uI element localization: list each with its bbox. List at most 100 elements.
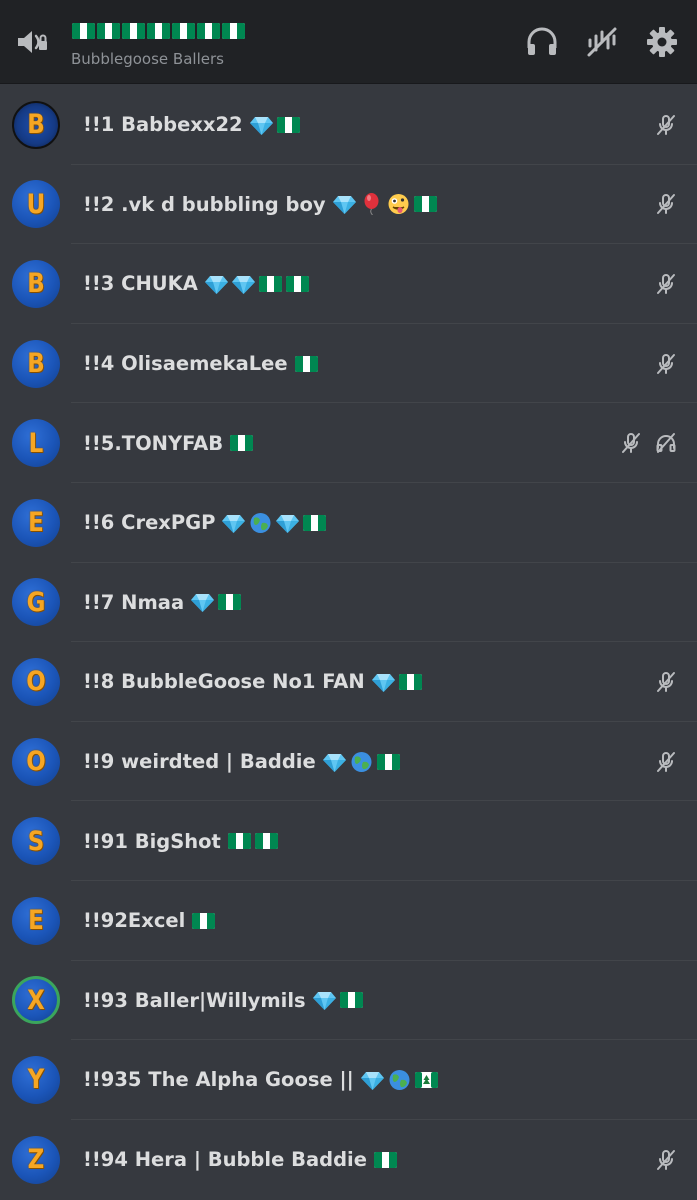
member-name: !!1 Babbexx22 [83, 85, 301, 165]
avatar-letter: Y [27, 1064, 45, 1096]
name-emojis [191, 910, 216, 932]
voice-member-list: B !!1 Babbexx22 U !!2 .vk d bubbling boy B!!… [0, 85, 697, 1199]
nigeria-flag-icon [71, 20, 96, 42]
diamond-emoji-icon [231, 273, 256, 295]
member-name-text: !!2 .vk d bubbling boy [83, 192, 326, 216]
muted-microphone-icon [655, 193, 677, 215]
voice-member-row[interactable]: B !!3 CHUKA [0, 244, 697, 324]
member-name-text: !!92Excel [83, 909, 186, 933]
flag-emoji-icon [285, 273, 310, 295]
muted-microphone-icon [655, 751, 677, 773]
member-name-text: !!5.TONYFAB [83, 431, 224, 455]
voice-member-row[interactable]: B !!1 Babbexx22 [0, 85, 697, 165]
flag-emoji-icon [254, 830, 279, 852]
flag-emoji-icon [376, 751, 401, 773]
voice-member-row[interactable]: O !!8 BubbleGoose No1 FAN [0, 642, 697, 722]
balloon-emoji-icon [359, 193, 384, 216]
voice-status-icons [655, 1120, 677, 1200]
microphone-muted-icon[interactable] [584, 24, 620, 60]
avatar-letter: B [27, 109, 45, 141]
speaker-icon[interactable] [14, 24, 50, 60]
member-name-text: !!4 OlisaemekaLee [83, 352, 288, 376]
diamond-emoji-icon [360, 1069, 385, 1091]
voice-member-row[interactable]: X !!93 Baller|Willymils [0, 961, 697, 1041]
name-emojis [249, 114, 301, 136]
diamond-emoji-icon [332, 193, 357, 215]
flag-emoji-icon [258, 273, 283, 295]
voice-member-row[interactable]: Y !!935 The Alpha Goose || [0, 1040, 697, 1120]
diamond-emoji-icon [371, 671, 396, 693]
voice-member-row[interactable]: O !!9 weirdted | Baddie [0, 722, 697, 802]
member-name-text: !!7 Nmaa [83, 590, 185, 614]
avatar-letter: X [27, 984, 45, 1016]
member-name-text: !!935 The Alpha Goose || [83, 1068, 354, 1092]
nigeria-flag-icon [171, 20, 196, 42]
voice-member-row[interactable]: Z !!94 Hera | Bubble Baddie [0, 1120, 697, 1200]
avatar-letter: E [28, 507, 44, 539]
flag-emoji-icon [302, 512, 327, 534]
name-emojis [190, 591, 242, 613]
muted-microphone-icon [655, 114, 677, 136]
avatar[interactable]: X [12, 976, 60, 1025]
member-name: !!92Excel [83, 881, 216, 961]
nigeria-flag-icon [146, 20, 171, 42]
member-name: !!6 CrexPGP [83, 483, 327, 563]
name-emojis [229, 432, 254, 454]
server-name: Bubblegoose Ballers [71, 50, 224, 68]
voice-member-row[interactable]: B !!4 OlisaemekaLee [0, 324, 697, 404]
avatar-letter: B [27, 348, 45, 380]
voice-status-icons [655, 722, 677, 802]
avatar-letter: G [26, 586, 46, 618]
avatar[interactable]: E [12, 896, 60, 945]
avatar[interactable]: B [12, 259, 60, 308]
globe-emoji-icon [248, 512, 273, 534]
flag-emoji-icon [227, 830, 252, 852]
member-name-text: !!3 CHUKA [83, 272, 198, 296]
name-emojis [332, 193, 438, 216]
member-name: !!2 .vk d bubbling boy [83, 165, 438, 245]
flag-emoji-icon [294, 353, 319, 375]
voice-member-row[interactable]: G !!7 Nmaa [0, 563, 697, 643]
voice-member-row[interactable]: L !!5.TONYFAB [0, 403, 697, 483]
name-emojis [294, 353, 319, 375]
avatar-letter: E [28, 905, 44, 937]
globe-emoji-icon [387, 1069, 412, 1091]
member-name-text: !!91 BigShot [83, 829, 221, 853]
avatar[interactable]: B [12, 100, 60, 149]
avatar[interactable]: O [12, 737, 60, 786]
avatar[interactable]: E [12, 498, 60, 547]
settings-icon[interactable] [644, 24, 680, 60]
member-name: !!7 Nmaa [83, 563, 242, 643]
member-name: !!5.TONYFAB [83, 403, 254, 483]
zany-face-emoji-icon [386, 193, 411, 215]
avatar[interactable]: Y [12, 1055, 60, 1104]
voice-member-row[interactable]: E !!6 CrexPGP [0, 483, 697, 563]
avatar-letter: L [28, 427, 44, 459]
avatar[interactable]: G [12, 578, 60, 627]
name-emojis [221, 512, 327, 534]
voice-member-row[interactable]: U !!2 .vk d bubbling boy [0, 165, 697, 245]
avatar[interactable]: O [12, 657, 60, 706]
member-name-text: !!1 Babbexx22 [83, 113, 243, 137]
voice-status-icons [655, 324, 677, 404]
muted-microphone-icon [655, 273, 677, 295]
avatar[interactable]: U [12, 180, 60, 229]
nigeria-flag-icon [96, 20, 121, 42]
diamond-emoji-icon [249, 114, 274, 136]
voice-member-row[interactable]: S !!91 BigShot [0, 801, 697, 881]
voice-member-row[interactable]: E !!92Excel [0, 881, 697, 961]
member-name-text: !!9 weirdted | Baddie [83, 750, 316, 774]
voice-status-icons [655, 165, 677, 245]
avatar[interactable]: L [12, 419, 60, 468]
headphones-icon[interactable] [524, 24, 560, 60]
avatar[interactable]: Z [12, 1135, 60, 1184]
name-emojis [360, 1069, 439, 1091]
avatar[interactable]: S [12, 817, 60, 866]
globe-emoji-icon [349, 751, 374, 773]
diamond-emoji-icon [221, 512, 246, 534]
name-emojis [371, 671, 423, 693]
voice-status-icons [620, 403, 677, 483]
name-emojis [373, 1149, 398, 1171]
name-emojis [312, 989, 364, 1011]
avatar[interactable]: B [12, 339, 60, 388]
